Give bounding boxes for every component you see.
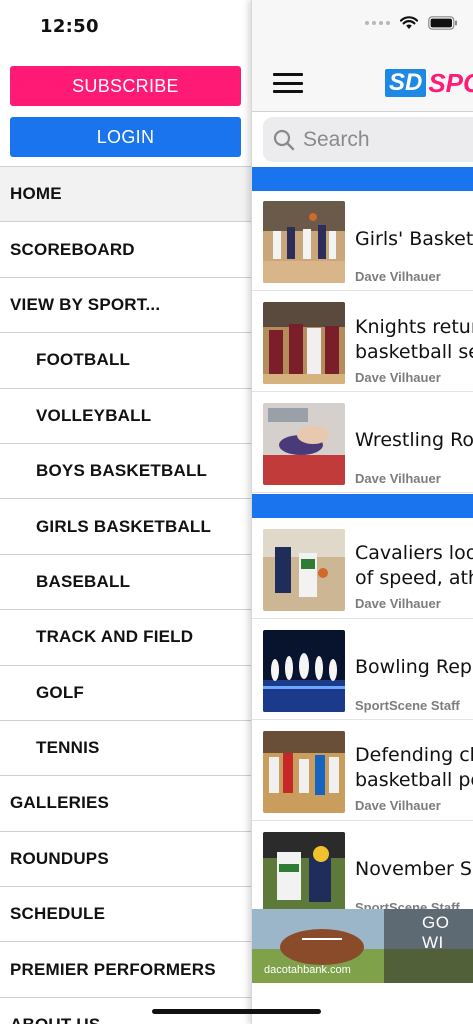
article-title: Cavaliers lool of speed, athl	[355, 542, 473, 589]
search-field[interactable]: Search	[263, 117, 473, 162]
girls-basketball-photo	[263, 201, 345, 283]
article-title: Girls' Basketb	[355, 228, 473, 250]
article-row[interactable]: Bowling Repo SportScene Staff	[252, 620, 473, 720]
menu-item-golf[interactable]: GOLF	[0, 666, 251, 721]
basketball-drive-photo	[263, 529, 345, 611]
menu-item-galleries[interactable]: GALLERIES	[0, 776, 251, 832]
wifi-icon	[400, 16, 418, 29]
article-author: Dave Vilhauer	[355, 798, 441, 813]
status-time: 12:50	[40, 16, 99, 37]
home-indicator[interactable]	[152, 1009, 321, 1014]
article-row[interactable]: Knights returnbasketball se Dave Vilhaue…	[252, 292, 473, 392]
side-drawer: 12:50 SUBSCRIBE LOGIN HOME SCOREBOARD VI…	[0, 0, 251, 1024]
article-title: November Sp	[355, 858, 473, 880]
article-author: Dave Vilhauer	[355, 596, 441, 611]
subscribe-button[interactable]: SUBSCRIBE	[10, 66, 241, 106]
search-placeholder: Search	[303, 127, 370, 151]
article-title: Wrestling Rou	[355, 429, 473, 451]
search-icon	[273, 129, 295, 150]
wrestling-photo	[263, 403, 345, 485]
drawer-menu: HOME SCOREBOARD VIEW BY SPORT... FOOTBAL…	[0, 166, 251, 1024]
article-author: SportScene Staff	[355, 698, 460, 713]
logo-sd-box: SD	[385, 69, 427, 97]
article-row[interactable]: Girls' Basketb Dave Vilhauer	[252, 191, 473, 291]
article-title: Defending ch basketball po	[355, 744, 473, 791]
menu-item-boys-basketball[interactable]: BOYS BASKETBALL	[0, 444, 251, 500]
menu-item-volleyball[interactable]: VOLLEYBALL	[0, 389, 251, 444]
menu-item-home[interactable]: HOME	[0, 167, 251, 223]
basketball-game-photo	[263, 731, 345, 813]
battery-icon	[428, 16, 457, 30]
article-author: Dave Vilhauer	[355, 471, 441, 486]
article-title: Bowling Repo	[355, 656, 473, 678]
menu-item-football[interactable]: FOOTBALL	[0, 333, 251, 389]
article-title: Knights returnbasketball se	[355, 316, 473, 363]
menu-item-baseball[interactable]: BASEBALL	[0, 555, 251, 611]
search-area: Search	[252, 112, 473, 167]
boys-basketball-photo	[263, 302, 345, 384]
menu-item-view-by-sport[interactable]: VIEW BY SPORT...	[0, 278, 251, 334]
ad-banner[interactable]: GO WI dacotahbank.com	[252, 909, 473, 983]
menu-item-girls-basketball[interactable]: GIRLS BASKETBALL	[0, 499, 251, 555]
football-photo	[263, 832, 345, 914]
article-row[interactable]: Wrestling Rou Dave Vilhauer	[252, 393, 473, 493]
menu-item-premier-performers[interactable]: PREMIER PERFORMERS	[0, 942, 251, 998]
article-row[interactable]: Defending ch basketball po Dave Vilhauer	[252, 721, 473, 821]
section-divider-bar	[252, 494, 473, 518]
app-header: SD SPO	[252, 0, 473, 112]
cellular-signal-icon	[365, 21, 390, 25]
bowling-pins-photo	[263, 630, 345, 712]
menu-item-schedule[interactable]: SCHEDULE	[0, 887, 251, 943]
menu-item-track-and-field[interactable]: TRACK AND FIELD	[0, 610, 251, 666]
main-pane[interactable]: SD SPO Search Girls' Basketb Dave Vilhau…	[251, 0, 473, 1024]
hamburger-menu-icon[interactable]	[273, 73, 303, 93]
menu-item-roundups[interactable]: ROUNDUPS	[0, 832, 251, 888]
article-row[interactable]: November Sp SportScene Staff	[252, 822, 473, 922]
status-icons	[365, 16, 458, 30]
ad-headline: GO WI	[422, 913, 450, 952]
menu-item-scoreboard[interactable]: SCOREBOARD	[0, 222, 251, 278]
article-author: Dave Vilhauer	[355, 370, 441, 385]
login-button[interactable]: LOGIN	[10, 117, 241, 157]
article-row[interactable]: Cavaliers lool of speed, athl Dave Vilhau…	[252, 519, 473, 619]
logo-text: SPO	[428, 67, 473, 98]
ad-url: dacotahbank.com	[264, 964, 351, 976]
sportscene-logo[interactable]: SD SPO	[385, 67, 473, 99]
article-author: Dave Vilhauer	[355, 269, 441, 284]
section-divider-bar	[252, 167, 473, 191]
menu-item-tennis[interactable]: TENNIS	[0, 721, 251, 777]
